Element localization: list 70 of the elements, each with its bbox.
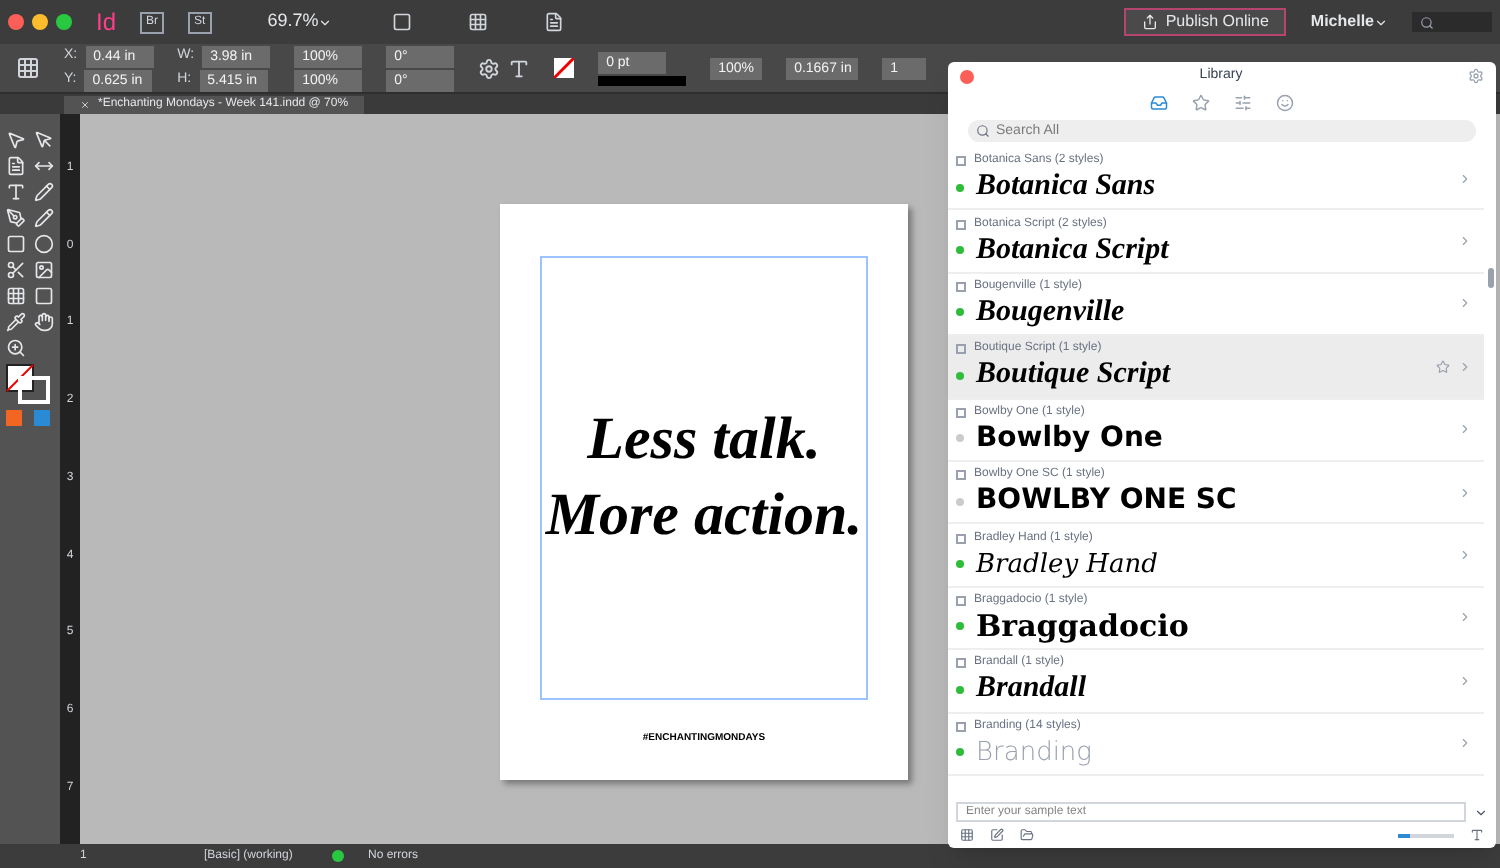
font-sample: Bougenville: [976, 295, 1125, 330]
font-type-icon: [956, 533, 966, 544]
no-fill-swatch-icon[interactable]: [554, 58, 575, 78]
font-sample: Branding: [976, 735, 1092, 770]
font-sample: Botanica Script: [976, 233, 1169, 268]
tool-icon[interactable]: [6, 286, 26, 306]
selected-text-frame[interactable]: Less talk. More action.: [540, 256, 868, 700]
edit-icon[interactable]: [990, 828, 1004, 842]
font-type-icon: [956, 219, 966, 230]
fill-stroke-swatch-icon[interactable]: [6, 364, 50, 404]
tool-icon[interactable]: [33, 286, 53, 306]
favorite-star-icon[interactable]: [1436, 359, 1450, 374]
share-icon: [1141, 14, 1158, 30]
text-icon[interactable]: [508, 57, 531, 79]
screen-mode-icon[interactable]: [467, 12, 488, 32]
minimize-window-button[interactable]: [32, 14, 48, 30]
reference-point-icon[interactable]: [16, 56, 40, 80]
inbox-tab-icon[interactable]: [1150, 93, 1168, 111]
close-window-button[interactable]: [8, 14, 24, 30]
tool-icon[interactable]: [33, 130, 53, 150]
grid-icon[interactable]: [960, 828, 974, 842]
close-panel-button[interactable]: [960, 69, 974, 83]
caret-icon: [318, 15, 333, 29]
zoom-window-button[interactable]: [56, 14, 72, 30]
tool-icon[interactable]: [6, 182, 26, 202]
tool-icon[interactable]: [33, 208, 53, 228]
tool-icon[interactable]: [6, 156, 26, 176]
tool-icon[interactable]: [6, 312, 26, 332]
headline-text: More action.: [545, 486, 863, 546]
smile-tab-icon[interactable]: [1276, 93, 1294, 111]
tool-icon[interactable]: [6, 338, 26, 358]
search-icon: [1420, 15, 1434, 29]
zoom-level-dropdown[interactable]: 69.7%: [267, 8, 368, 36]
font-sample: Botanica Sans: [976, 170, 1156, 205]
font-sample: BOWLBY ONE SC: [976, 484, 1237, 519]
user-menu[interactable]: Michelle: [1310, 10, 1388, 34]
search-icon: [976, 124, 990, 138]
font-sample: Brandall: [976, 672, 1087, 707]
apply-color-icon[interactable]: [6, 410, 22, 426]
font-sample: Braggadocio: [976, 609, 1189, 644]
tool-icon[interactable]: [6, 130, 26, 150]
folder-icon[interactable]: [1020, 828, 1034, 842]
caret-icon: [1374, 15, 1388, 29]
font-type-icon: [956, 407, 966, 418]
app-logo: Id: [96, 6, 117, 40]
star-tab-icon[interactable]: [1192, 93, 1210, 111]
font-sample: Boutique Script: [976, 358, 1171, 393]
font-type-icon: [956, 344, 966, 355]
tool-icon[interactable]: [33, 312, 53, 332]
font-type-icon: [956, 281, 966, 292]
font-sample: Bradley Hand: [976, 547, 1158, 582]
font-type-icon: [956, 470, 966, 481]
publish-online-button[interactable]: Publish Online: [1123, 8, 1287, 36]
tool-icon[interactable]: [33, 156, 53, 176]
font-type-icon: [956, 658, 966, 669]
arrange-documents-icon[interactable]: [543, 12, 564, 32]
tool-icon[interactable]: [33, 182, 53, 202]
headline-text: Less talk.: [587, 410, 821, 470]
tool-icon[interactable]: [6, 208, 26, 228]
tool-icon[interactable]: [33, 260, 53, 280]
font-type-icon: [956, 721, 966, 732]
font-type-icon: [956, 156, 966, 167]
view-options-icon[interactable]: [391, 12, 412, 32]
large-text-icon[interactable]: [1470, 828, 1484, 842]
tool-icon[interactable]: [6, 260, 26, 280]
search-field[interactable]: [1412, 12, 1492, 32]
font-sample: Bowlby One: [976, 421, 1163, 456]
settings-icon[interactable]: [1468, 68, 1484, 84]
font-type-icon: [956, 595, 966, 606]
filter-tab-icon[interactable]: [1234, 93, 1252, 111]
